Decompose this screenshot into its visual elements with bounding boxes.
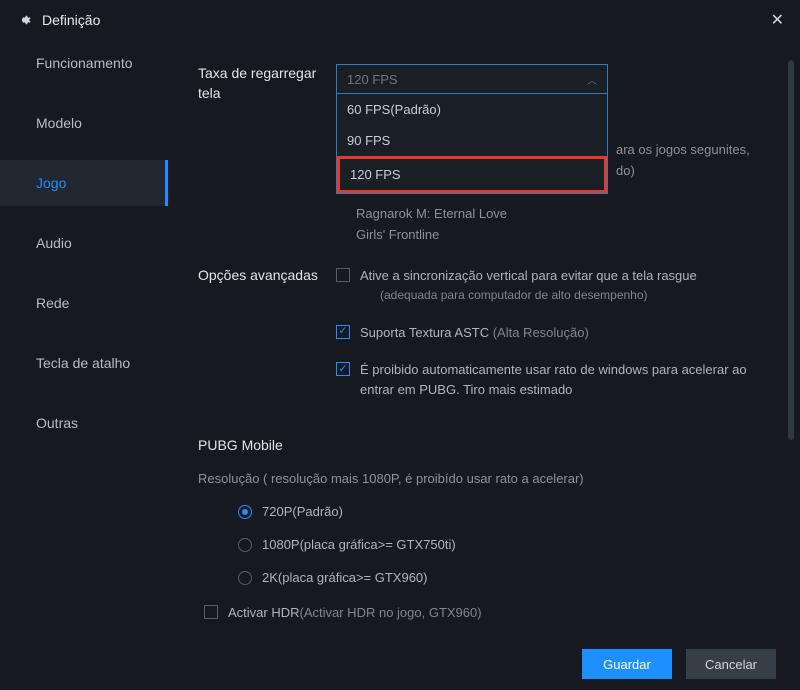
refresh-rate-value: 120 FPS	[347, 72, 398, 87]
vsync-checkbox[interactable]	[336, 268, 350, 282]
gear-icon	[16, 12, 32, 28]
mouse-checkbox[interactable]	[336, 362, 350, 376]
mouse-label: É proibido automaticamente usar rato de …	[360, 360, 770, 399]
astc-checkbox[interactable]	[336, 325, 350, 339]
close-button[interactable]: ✕	[771, 10, 784, 30]
refresh-rate-select[interactable]: 120 FPS ︿	[336, 64, 608, 94]
refresh-rate-label: Taxa de regarregar tela	[198, 64, 336, 246]
scrollbar-thumb[interactable]	[788, 60, 794, 440]
sidebar-item-outras[interactable]: Outras	[0, 400, 168, 446]
sidebar-item-rede[interactable]: Rede	[0, 280, 168, 326]
sidebar-item-jogo[interactable]: Jogo	[0, 160, 168, 206]
radio-1080p[interactable]	[238, 538, 252, 552]
hdr-checkbox[interactable]	[204, 605, 218, 619]
info-text-overflow: ara os jogos segunites, do)	[616, 140, 800, 182]
sidebar: Funcionamento Modelo Jogo Audio Rede Tec…	[0, 40, 168, 638]
game-ragnarok: Ragnarok M: Eternal Love	[356, 204, 770, 225]
refresh-rate-dropdown: 60 FPS(Padrão) 90 FPS 120 FPS	[336, 94, 608, 194]
fps-option-60[interactable]: 60 FPS(Padrão)	[337, 94, 607, 125]
window-title: Definição	[42, 12, 100, 28]
game-girls-frontline: Girls' Frontline	[356, 225, 770, 246]
fps-option-120[interactable]: 120 FPS	[337, 156, 607, 193]
sidebar-item-tecla[interactable]: Tecla de atalho	[0, 340, 168, 386]
resolution-1080p[interactable]: 1080P(placa gráfica>= GTX750ti)	[238, 537, 770, 552]
pubg-resolution-label: Resolução ( resolução mais 1080P, é proi…	[198, 471, 770, 486]
save-button[interactable]: Guardar	[582, 649, 672, 679]
vsync-label: Ative a sincronização vertical para evit…	[360, 266, 697, 305]
game-list: Ragnarok M: Eternal Love Girls' Frontlin…	[356, 204, 770, 246]
cancel-button[interactable]: Cancelar	[686, 649, 776, 679]
advanced-label: Opções avançadas	[198, 266, 336, 418]
fps-option-90[interactable]: 90 FPS	[337, 125, 607, 156]
resolution-2k[interactable]: 2K(placa gráfica>= GTX960)	[238, 570, 770, 585]
sidebar-item-modelo[interactable]: Modelo	[0, 100, 168, 146]
hdr-label: Activar HDR(Activar HDR no jogo, GTX960)	[228, 603, 482, 623]
astc-label: Suporta Textura ASTC (Alta Resolução)	[360, 323, 589, 343]
chevron-up-icon: ︿	[587, 72, 597, 87]
pubg-title: PUBG Mobile	[198, 437, 770, 453]
sidebar-item-audio[interactable]: Audio	[0, 220, 168, 266]
radio-720p[interactable]	[238, 505, 252, 519]
sidebar-item-funcionamento[interactable]: Funcionamento	[0, 40, 168, 86]
resolution-720p[interactable]: 720P(Padrão)	[238, 504, 770, 519]
content-area: Taxa de regarregar tela 120 FPS ︿ 60 FPS…	[168, 40, 800, 638]
radio-2k[interactable]	[238, 571, 252, 585]
